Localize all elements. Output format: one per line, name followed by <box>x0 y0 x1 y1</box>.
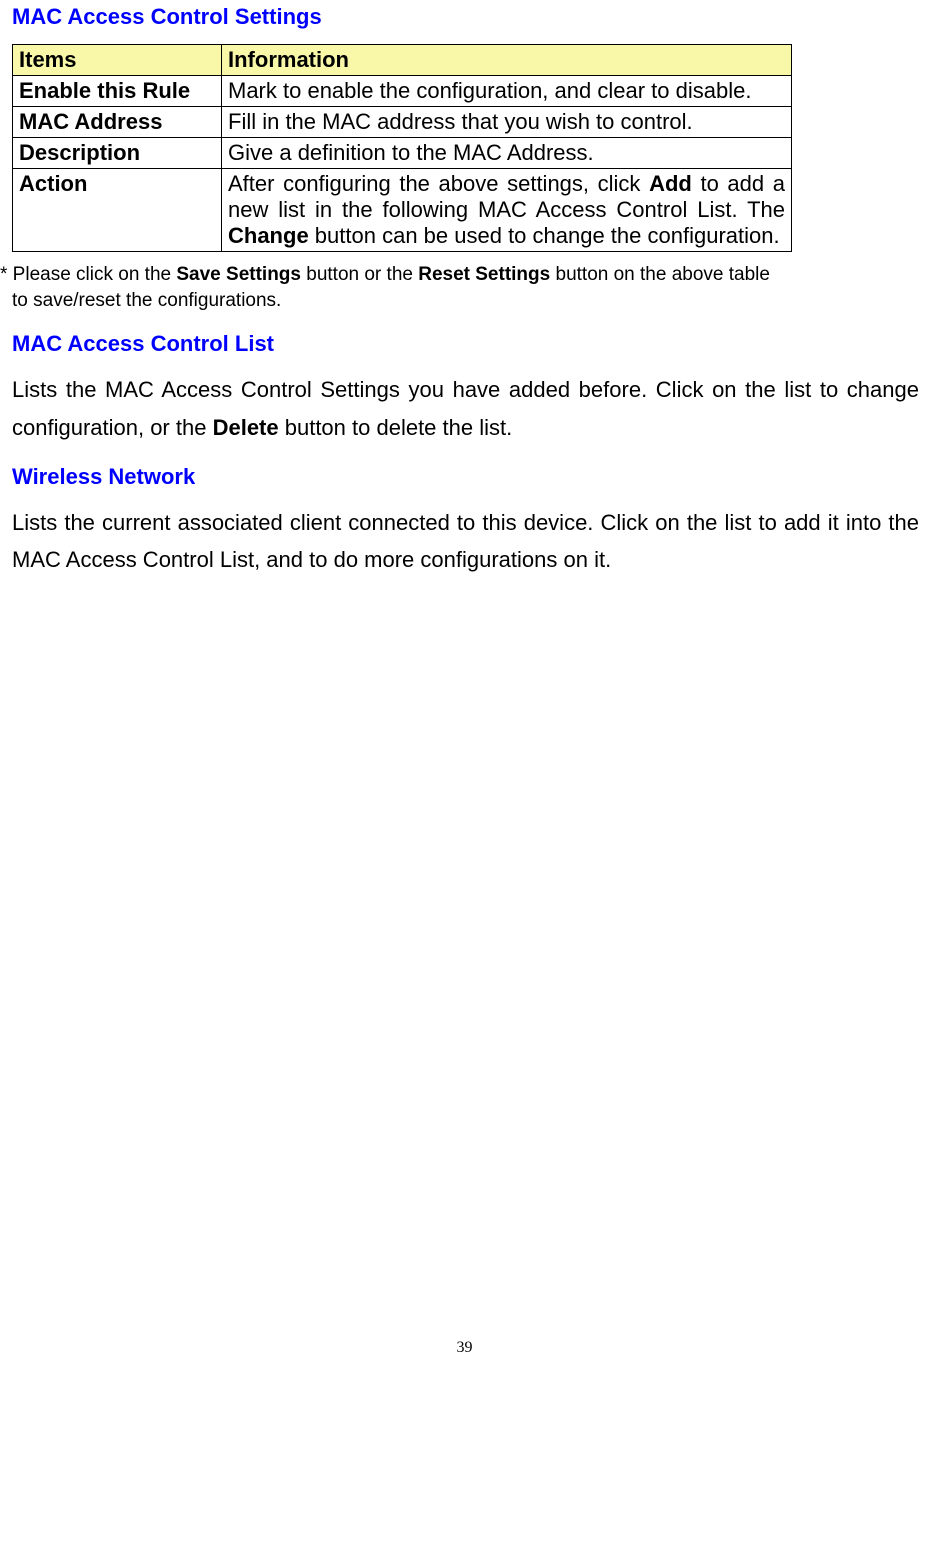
footnote-part3: button on the above table <box>550 264 770 285</box>
table-row: MAC Address Fill in the MAC address that… <box>13 107 792 138</box>
header-items: Items <box>13 45 222 76</box>
section-title-list: MAC Access Control List <box>12 331 929 357</box>
action-bold-add: Add <box>649 171 692 196</box>
action-text-3: button can be used to change the configu… <box>309 223 780 248</box>
action-bold-change: Change <box>228 223 309 248</box>
list-text-2: button to delete the list. <box>279 415 513 440</box>
wireless-section-text: Lists the current associated client conn… <box>12 504 929 579</box>
section-title-wireless: Wireless Network <box>12 464 929 490</box>
footnote-part1: * Please click on the <box>0 264 176 285</box>
page-number: 39 <box>0 1339 929 1357</box>
row-label-mac: MAC Address <box>13 107 222 138</box>
section-title-settings: MAC Access Control Settings <box>12 4 929 30</box>
footnote: * Please click on the Save Settings butt… <box>0 262 929 313</box>
row-info-enable: Mark to enable the configuration, and cl… <box>222 76 792 107</box>
table-row: Action After configuring the above setti… <box>13 169 792 252</box>
table-row: Enable this Rule Mark to enable the conf… <box>13 76 792 107</box>
footnote-bold-reset: Reset Settings <box>418 264 550 285</box>
footnote-bold-save: Save Settings <box>176 264 301 285</box>
row-info-action: After configuring the above settings, cl… <box>222 169 792 252</box>
footnote-line2: to save/reset the configurations. <box>12 290 281 311</box>
settings-table: Items Information Enable this Rule Mark … <box>12 44 792 252</box>
footnote-part2: button or the <box>301 264 418 285</box>
list-section-text: Lists the MAC Access Control Settings yo… <box>12 371 929 446</box>
action-text-1: After configuring the above settings, cl… <box>228 171 649 196</box>
row-label-desc: Description <box>13 138 222 169</box>
row-label-action: Action <box>13 169 222 252</box>
row-info-desc: Give a definition to the MAC Address. <box>222 138 792 169</box>
row-label-enable: Enable this Rule <box>13 76 222 107</box>
table-row: Description Give a definition to the MAC… <box>13 138 792 169</box>
list-text-bold-delete: Delete <box>213 415 279 440</box>
row-info-mac: Fill in the MAC address that you wish to… <box>222 107 792 138</box>
header-information: Information <box>222 45 792 76</box>
table-header-row: Items Information <box>13 45 792 76</box>
